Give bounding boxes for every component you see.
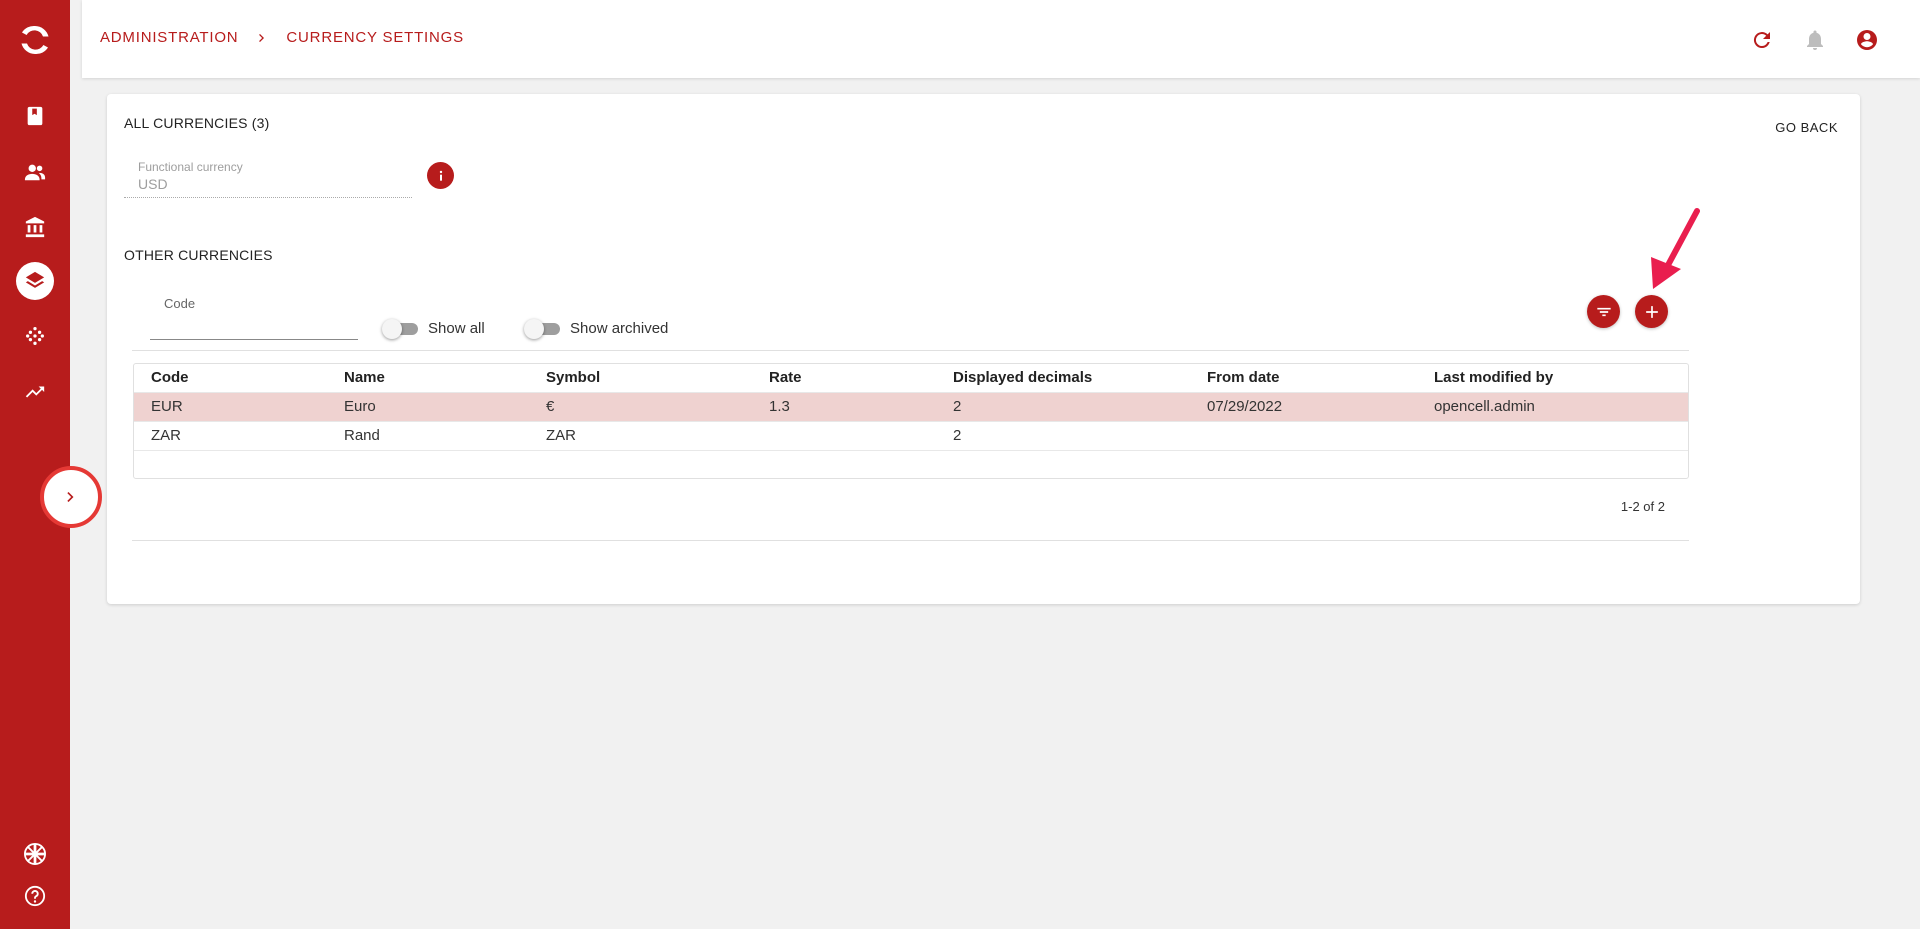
column-header-name[interactable]: Name: [327, 364, 529, 392]
currencies-table: Code Name Symbol Rate Displayed decimals…: [133, 363, 1689, 479]
show-all-toggle[interactable]: Show all: [382, 318, 485, 339]
all-currencies-title: ALL CURRENCIES (3): [124, 115, 270, 131]
account-circle-icon[interactable]: [1854, 27, 1880, 53]
column-header-rate[interactable]: Rate: [752, 364, 936, 392]
divider: [132, 350, 1689, 351]
top-header: ADMINISTRATION CURRENCY SETTINGS: [82, 0, 1920, 78]
chevron-right-icon: [67, 492, 74, 502]
table-empty-row: [134, 449, 1688, 477]
functional-currency-label: Functional currency: [138, 160, 243, 174]
filter-list-icon: [1596, 307, 1611, 316]
info-icon[interactable]: [427, 162, 454, 189]
column-header-symbol[interactable]: Symbol: [529, 364, 752, 392]
show-archived-label: Show archived: [570, 320, 669, 337]
plus-icon: [1645, 305, 1658, 318]
cell-symbol: ZAR: [529, 420, 752, 450]
sidebar: [0, 0, 70, 929]
cell-last-modified-by: [1417, 420, 1688, 450]
show-archived-switch-thumb: [524, 318, 544, 339]
show-all-switch-thumb: [382, 318, 402, 339]
cell-from-date: 07/29/2022: [1190, 391, 1417, 421]
people-icon[interactable]: [23, 160, 47, 184]
layers-icon[interactable]: [16, 262, 54, 300]
cell-rate: 1.3: [752, 391, 936, 421]
cell-displayed-decimals: 2: [936, 420, 1190, 450]
cell-rate: [752, 420, 936, 450]
table-header-row: Code Name Symbol Rate Displayed decimals…: [134, 364, 1688, 392]
cell-displayed-decimals: 2: [936, 391, 1190, 421]
cell-symbol: €: [529, 391, 752, 421]
trending-up-icon[interactable]: [23, 380, 47, 404]
expand-sidebar-button[interactable]: [40, 466, 102, 528]
annotation-arrow-icon: [1651, 208, 1700, 289]
column-header-last-modified-by[interactable]: Last modified by: [1417, 364, 1688, 392]
currencies-card: ALL CURRENCIES (3) GO BACK Functional cu…: [107, 94, 1860, 604]
other-currencies-title: OTHER CURRENCIES: [124, 247, 273, 263]
pagination-info: 1-2 of 2: [1620, 499, 1665, 514]
dots-grid-icon[interactable]: [23, 324, 47, 348]
cell-from-date: [1190, 420, 1417, 450]
chevron-right-icon: [254, 30, 270, 46]
column-header-from-date[interactable]: From date: [1190, 364, 1417, 392]
add-currency-button[interactable]: [1635, 295, 1668, 328]
table-row[interactable]: EUR Euro € 1.3 2 07/29/2022 opencell.adm…: [134, 391, 1688, 421]
breadcrumb: ADMINISTRATION CURRENCY SETTINGS: [100, 29, 464, 46]
refresh-icon[interactable]: [1749, 27, 1775, 53]
cell-code: EUR: [134, 391, 327, 421]
filter-button[interactable]: [1587, 295, 1620, 328]
cell-last-modified-by: opencell.admin: [1417, 391, 1688, 421]
bank-icon[interactable]: [23, 215, 47, 239]
go-back-button[interactable]: GO BACK: [1775, 120, 1838, 135]
functional-currency-field: Functional currency USD: [124, 160, 412, 198]
show-archived-toggle[interactable]: Show archived: [524, 318, 669, 339]
column-header-displayed-decimals[interactable]: Displayed decimals: [936, 364, 1190, 392]
book-icon[interactable]: [23, 104, 47, 128]
code-filter-field: Code: [150, 296, 358, 340]
opencell-logo-icon[interactable]: [17, 22, 53, 58]
breadcrumb-administration[interactable]: ADMINISTRATION: [100, 29, 238, 46]
code-filter-label: Code: [164, 296, 196, 311]
show-all-label: Show all: [428, 320, 485, 337]
table-row[interactable]: ZAR Rand ZAR 2: [134, 420, 1688, 450]
help-icon[interactable]: [23, 884, 47, 908]
show-all-switch[interactable]: [382, 318, 418, 339]
column-header-code[interactable]: Code: [134, 364, 327, 392]
show-archived-switch[interactable]: [524, 318, 560, 339]
uk-flag-icon[interactable]: [23, 842, 47, 866]
empty-cell: [134, 449, 1688, 477]
functional-currency-value: USD: [138, 176, 168, 192]
divider: [132, 540, 1689, 541]
notifications-bell-icon[interactable]: [1802, 27, 1828, 53]
cell-code: ZAR: [134, 420, 327, 450]
cell-name: Rand: [327, 420, 529, 450]
cell-name: Euro: [327, 391, 529, 421]
code-filter-input[interactable]: [164, 316, 344, 332]
breadcrumb-currency-settings: CURRENCY SETTINGS: [286, 29, 464, 46]
